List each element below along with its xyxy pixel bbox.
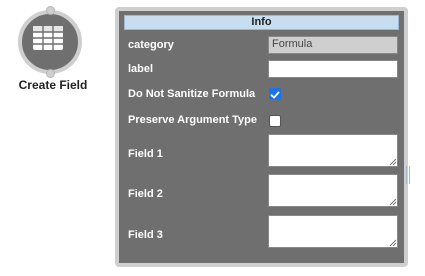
field2-label: Field 2: [128, 188, 163, 200]
category-label: category: [128, 39, 174, 51]
node-label: Create Field: [18, 78, 88, 92]
category-field: Formula: [268, 36, 398, 54]
output-port[interactable]: [46, 69, 55, 78]
field3-textarea[interactable]: [268, 215, 398, 248]
input-port[interactable]: [46, 6, 55, 15]
panel-resize-handle-icon[interactable]: [405, 166, 411, 184]
field1-label: Field 1: [128, 148, 163, 160]
field1-textarea[interactable]: [268, 134, 398, 167]
do-not-sanitize-label: Do Not Sanitize Formula: [128, 88, 256, 100]
resize-grip-icon[interactable]: [389, 239, 396, 246]
do-not-sanitize-checkbox[interactable]: [269, 88, 281, 100]
field2-textarea[interactable]: [268, 174, 398, 207]
preserve-type-checkbox[interactable]: [269, 115, 281, 127]
label-input[interactable]: [268, 60, 398, 78]
table-icon: [33, 26, 63, 50]
resize-grip-icon[interactable]: [389, 198, 396, 205]
info-panel: Info category Formula label Do Not Sanit…: [115, 7, 408, 267]
label-label: label: [128, 63, 154, 75]
preserve-type-label: Preserve Argument Type: [128, 114, 257, 126]
check-icon: [270, 91, 280, 99]
field3-label: Field 3: [128, 229, 163, 241]
panel-title: Info: [124, 15, 399, 30]
resize-grip-icon[interactable]: [389, 158, 396, 165]
